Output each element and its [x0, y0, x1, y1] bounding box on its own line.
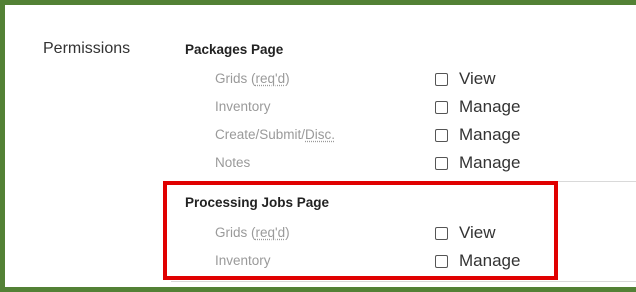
view-checkbox-option[interactable]: View [435, 219, 496, 247]
checkbox[interactable] [435, 226, 448, 240]
permissions-section-label: Permissions [43, 40, 131, 57]
checkbox-label: Manage [459, 153, 521, 172]
manage-checkbox-option[interactable]: Manage [435, 93, 520, 121]
perm-row-packages-inventory: Inventory Manage [5, 93, 636, 121]
checkbox[interactable] [435, 254, 448, 268]
checkbox-label: Manage [459, 97, 521, 116]
checkbox[interactable] [435, 100, 448, 114]
perm-label: Inventory [215, 253, 271, 268]
perm-row-processing-grids: Grids (req'd) View [5, 219, 636, 247]
perm-row-packages-notes: Notes Manage [5, 149, 636, 177]
manage-checkbox-option[interactable]: Manage [435, 121, 520, 149]
perm-row-processing-inventory: Inventory Manage [5, 247, 636, 275]
checkbox-label: View [459, 223, 496, 242]
group-divider [171, 181, 636, 182]
abbreviation: Disc. [305, 127, 336, 142]
perm-label: Create/Submit/Disc. [215, 127, 336, 142]
abbreviation: req'd [255, 225, 286, 240]
checkbox-label: Manage [459, 125, 521, 144]
checkbox-label: View [459, 69, 496, 88]
perm-label: Grids (req'd) [215, 225, 290, 240]
manage-checkbox-option[interactable]: Manage [435, 247, 520, 275]
manage-checkbox-option[interactable]: Manage [435, 149, 520, 177]
group-title-processing-jobs-page: Processing Jobs Page [185, 195, 330, 210]
group-title-packages-page: Packages Page [185, 42, 284, 57]
group-divider [171, 281, 636, 282]
checkbox[interactable] [435, 128, 448, 142]
abbreviation: req'd [255, 71, 286, 86]
perm-label: Grids (req'd) [215, 71, 290, 86]
checkbox[interactable] [435, 72, 448, 86]
perm-row-packages-create-submit-disc: Create/Submit/Disc. Manage [5, 121, 636, 149]
view-checkbox-option[interactable]: View [435, 65, 496, 93]
permissions-panel: Permissions Packages Page Grids (req'd) … [0, 0, 636, 292]
perm-label: Notes [215, 155, 251, 170]
checkbox[interactable] [435, 156, 448, 170]
perm-label: Inventory [215, 99, 271, 114]
perm-row-packages-grids: Grids (req'd) View [5, 65, 636, 93]
checkbox-label: Manage [459, 251, 521, 270]
